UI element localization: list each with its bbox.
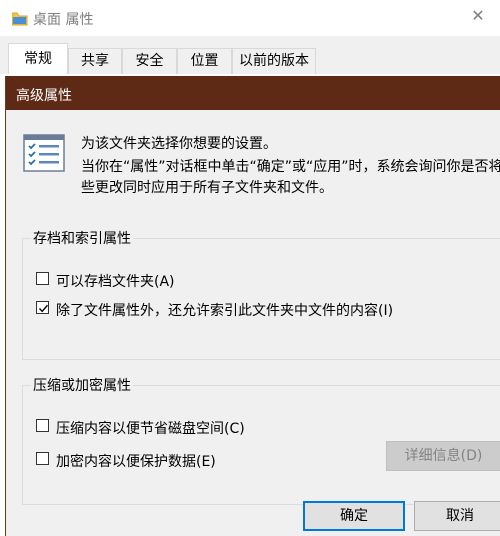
properties-title: 桌面 属性 — [33, 12, 94, 28]
archive-checkbox-label[interactable]: 可以存档文件夹(A) — [56, 271, 175, 291]
description-line-1: 为该文件夹选择你想要的设置。 — [81, 136, 277, 152]
close-icon[interactable]: ✕ — [470, 8, 486, 24]
properties-titlebar: 桌面 属性 ✕ — [0, 0, 500, 36]
cancel-button[interactable]: 取消 — [414, 501, 500, 531]
advanced-dialog-titlebar: 高级属性 — [6, 76, 500, 110]
compress-encrypt-group-label: 压缩或加密属性 — [31, 375, 133, 395]
archive-index-group-label: 存档和索引属性 — [31, 228, 133, 248]
details-button[interactable]: 详细信息(D) — [386, 441, 500, 471]
archive-checkbox[interactable] — [36, 272, 49, 285]
advanced-dialog-title: 高级属性 — [16, 88, 72, 104]
encrypt-checkbox-label[interactable]: 加密内容以便保护数据(E) — [56, 451, 216, 471]
properties-tabstrip: 常规 共享 安全 位置 以前的版本 — [0, 36, 500, 74]
description-line-3: 些更改同时应用于所有子文件夹和文件。 — [81, 180, 333, 196]
index-checkbox-label[interactable]: 除了文件属性外，还允许索引此文件夹中文件的内容(I) — [56, 300, 393, 320]
compress-checkbox[interactable] — [36, 419, 49, 432]
folder-icon — [11, 11, 28, 26]
checklist-icon — [23, 134, 65, 172]
compress-checkbox-label[interactable]: 压缩内容以便节省磁盘空间(C) — [56, 418, 245, 438]
tab-previous-versions[interactable]: 以前的版本 — [232, 48, 316, 74]
tab-location[interactable]: 位置 — [177, 48, 232, 74]
archive-index-group: 存档和索引属性 可以存档文件夹(A) 除了文件属性外，还允许索引此文件夹中文件的… — [22, 228, 500, 360]
tab-security[interactable]: 安全 — [122, 48, 177, 74]
checkmark-icon — [38, 304, 49, 313]
tab-general[interactable]: 常规 — [8, 43, 68, 74]
description-line-2: 当你在“属性”对话框中单击“确定”或“应用”时，系统会询问你是否将这 — [81, 159, 500, 175]
ok-button[interactable]: 确定 — [303, 501, 405, 531]
encrypt-checkbox[interactable] — [36, 452, 49, 465]
tab-sharing[interactable]: 共享 — [68, 48, 122, 74]
advanced-attributes-dialog: 高级属性 为该文件夹选择你想要的设置。 当你在“属性”对话框中单击“确定”或“应… — [5, 76, 500, 536]
index-checkbox[interactable] — [36, 301, 49, 314]
